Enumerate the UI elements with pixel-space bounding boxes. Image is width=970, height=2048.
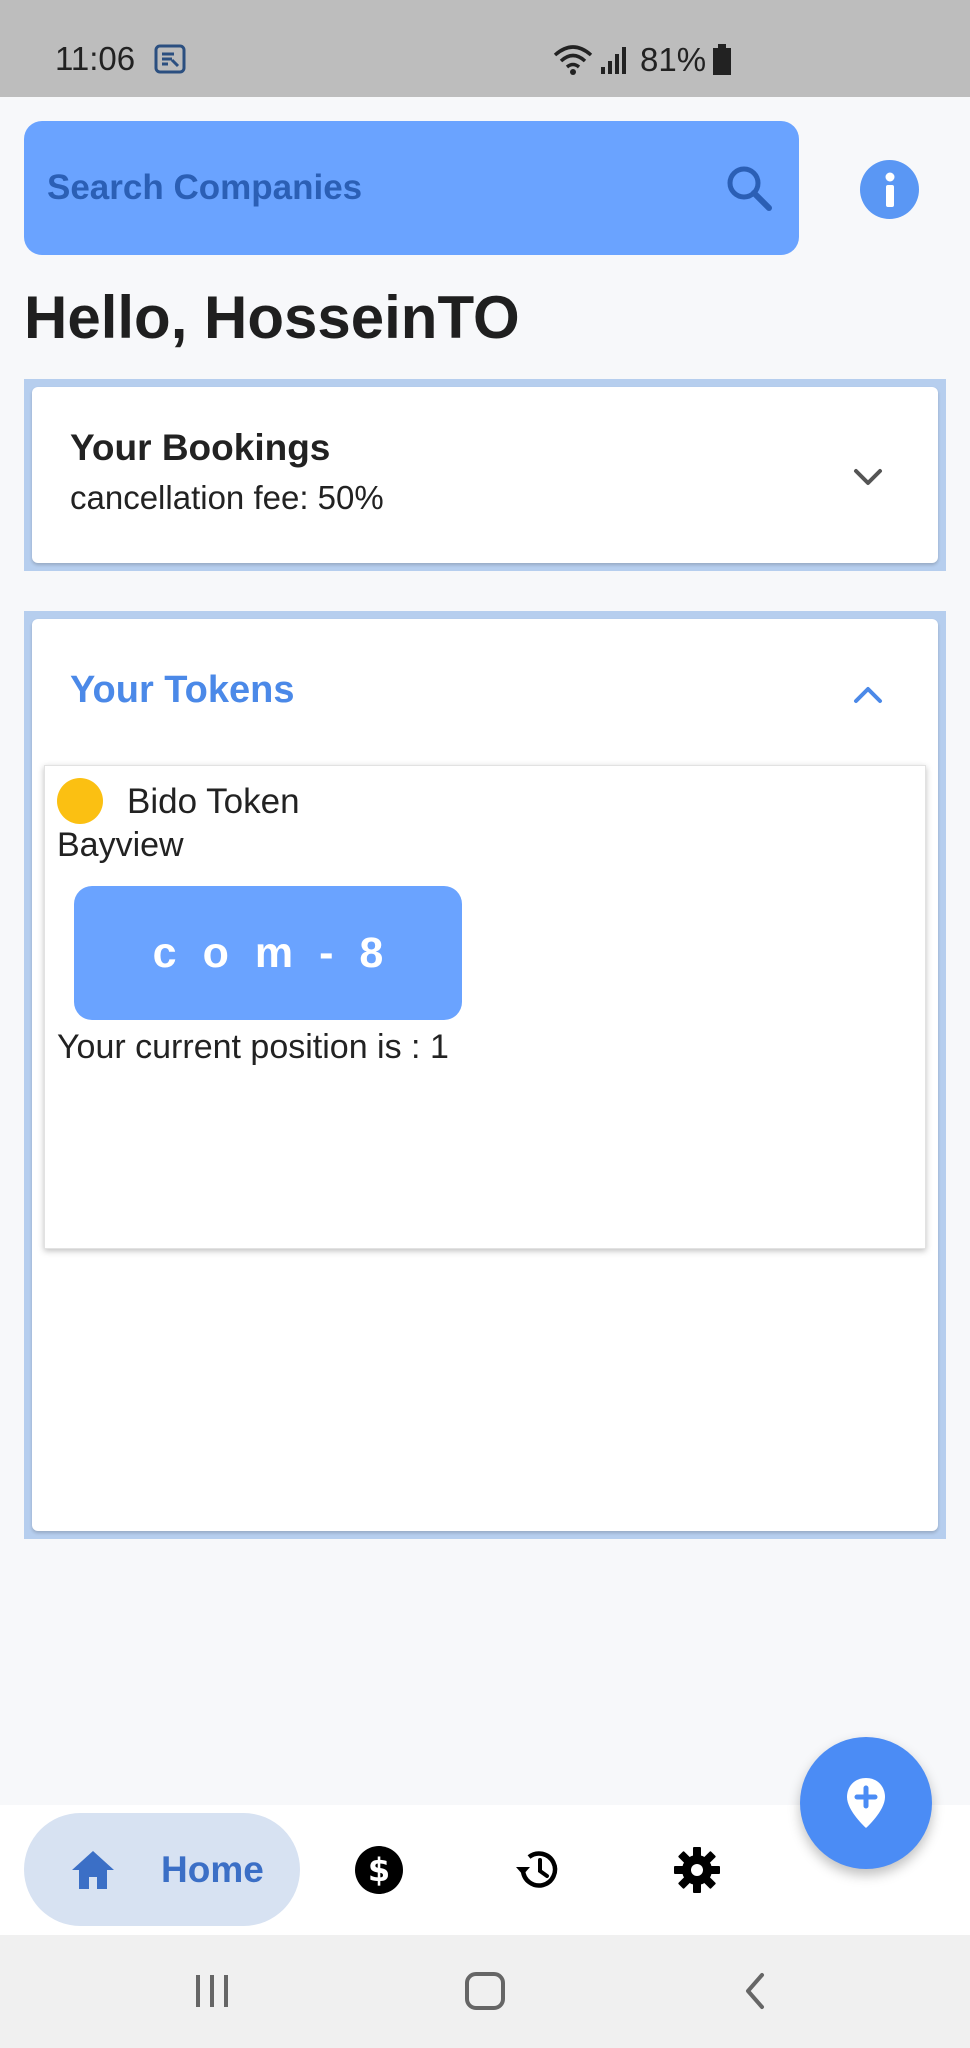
chevron-up-icon[interactable] — [848, 675, 888, 715]
token-position: Your current position is : 1 — [57, 1028, 449, 1066]
info-icon — [885, 172, 894, 207]
home-system-icon[interactable] — [464, 1971, 506, 2011]
status-bar: 11:06 81% — [0, 0, 970, 97]
chevron-down-icon[interactable] — [848, 457, 888, 497]
svg-text:$: $ — [368, 1851, 390, 1889]
history-icon[interactable] — [513, 1845, 563, 1895]
wifi-icon — [553, 45, 593, 75]
recent-apps-icon[interactable] — [192, 1973, 232, 2009]
status-time: 11:06 — [55, 40, 136, 77]
token-code-badge: com-8 — [74, 886, 462, 1020]
search-icon[interactable] — [724, 163, 774, 213]
info-button[interactable] — [860, 160, 919, 219]
bookings-panel[interactable]: Your Bookings cancellation fee: 50% — [24, 379, 946, 571]
tokens-panel: Your Tokens Bido Token Bayview com-8 You… — [24, 611, 946, 1539]
bookings-card[interactable]: Your Bookings cancellation fee: 50% — [32, 387, 938, 563]
settings-icon[interactable] — [672, 1845, 722, 1895]
system-nav-bar — [0, 1935, 970, 2048]
token-status-dot — [57, 778, 103, 824]
bookings-title: Your Bookings — [70, 427, 331, 468]
home-icon — [72, 1851, 114, 1889]
search-bar[interactable]: Search Companies — [24, 121, 799, 255]
token-name: Bido Token — [127, 782, 300, 821]
status-indicators: 81% — [552, 40, 732, 80]
add-location-button[interactable] — [800, 1737, 932, 1869]
back-icon[interactable] — [740, 1971, 770, 2011]
tokens-title[interactable]: Your Tokens — [70, 669, 295, 712]
search-input[interactable]: Search Companies — [47, 168, 362, 208]
token-location: Bayview — [57, 826, 184, 864]
nav-home-button[interactable]: Home — [24, 1813, 300, 1926]
dollar-icon[interactable]: $ — [354, 1845, 404, 1895]
battery-icon — [713, 44, 732, 75]
nav-home-label: Home — [161, 1849, 264, 1890]
cancellation-fee: cancellation fee: 50% — [70, 479, 384, 516]
tokens-card: Your Tokens Bido Token Bayview com-8 You… — [32, 619, 938, 1531]
greeting-title: Hello, HosseinTO — [24, 284, 520, 351]
add-location-icon — [847, 1778, 885, 1828]
notification-icon — [154, 44, 186, 74]
battery-percent: 81% — [640, 41, 707, 78]
signal-icon — [601, 47, 626, 74]
token-card[interactable]: Bido Token Bayview com-8 Your current po… — [44, 765, 926, 1249]
